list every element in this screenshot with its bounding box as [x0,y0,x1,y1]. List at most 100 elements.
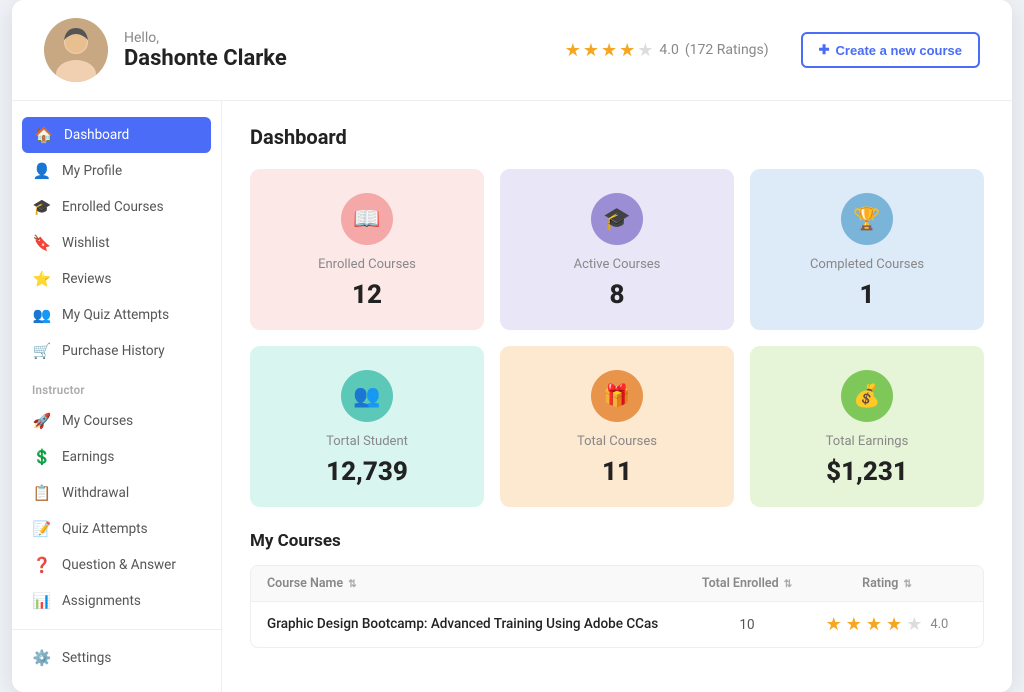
completed-label: Completed Courses [810,257,924,272]
row-star-2: ★ [846,614,862,635]
earnings-icon: 💲 [32,448,52,466]
students-value: 12,739 [326,457,408,487]
star-3: ★ [601,40,617,61]
col-header-enrolled: Total Enrolled ⇅ [687,576,807,591]
stat-courses: 🎁 Total Courses 11 [500,346,734,507]
stats-grid: 📖 Enrolled Courses 12 🎓 Active Courses 8… [250,169,984,507]
quiz-icon: 📝 [32,520,52,538]
sidebar-item-settings[interactable]: ⚙️ Settings [12,640,221,676]
enrolled-label: Enrolled Courses [318,257,416,272]
sidebar-label-dashboard: Dashboard [64,127,129,143]
table-header: Course Name ⇅ Total Enrolled ⇅ Rating ⇅ [251,566,983,602]
active-stat-icon: 🎓 [591,193,643,245]
sidebar-item-my-courses[interactable]: 🚀 My Courses [12,403,221,439]
sidebar-item-assignments[interactable]: 📊 Assignments [12,583,221,619]
main-layout: 🏠 Dashboard 👤 My Profile 🎓 Enrolled Cour… [12,101,1012,692]
withdrawal-icon: 📋 [32,484,52,502]
earnings-label: Total Earnings [826,434,909,449]
sidebar-item-purchase-history[interactable]: 🛒 Purchase History [12,333,221,369]
sidebar-label-wishlist: Wishlist [62,235,110,251]
rating-count: (172 Ratings) [685,42,769,58]
row-star-4: ★ [886,614,902,635]
avatar [44,18,108,82]
assignments-icon: 📊 [32,592,52,610]
reviews-icon: ⭐ [32,270,52,288]
sidebar-item-reviews[interactable]: ⭐ Reviews [12,261,221,297]
stat-earnings: 💰 Total Earnings $1,231 [750,346,984,507]
quiz-attempts-icon: 👥 [32,306,52,324]
sidebar-label-reviews: Reviews [62,271,112,287]
active-label: Active Courses [574,257,661,272]
create-course-label: Create a new course [836,43,962,58]
sidebar-item-dashboard[interactable]: 🏠 Dashboard [22,117,211,153]
stat-students: 👥 Tortal Student 12,739 [250,346,484,507]
star-5: ★ [637,40,653,61]
completed-stat-icon: 🏆 [841,193,893,245]
earnings-value: $1,231 [826,457,908,487]
stat-active: 🎓 Active Courses 8 [500,169,734,330]
sidebar-item-withdrawal[interactable]: 📋 Withdrawal [12,475,221,511]
col-header-name: Course Name ⇅ [267,576,687,591]
sidebar-label-quiz: Quiz Attempts [62,521,148,537]
courses-label: Total Courses [577,434,657,449]
settings-icon: ⚙️ [32,649,52,667]
star-4: ★ [619,40,635,61]
user-rating: ★ ★ ★ ★ ★ 4.0 (172 Ratings) [565,40,769,61]
star-2: ★ [583,40,599,61]
sidebar-item-quiz-attempts[interactable]: 👥 My Quiz Attempts [12,297,221,333]
my-courses-icon: 🚀 [32,412,52,430]
earnings-stat-icon: 💰 [841,370,893,422]
sidebar-item-qa[interactable]: ❓ Question & Answer [12,547,221,583]
stat-enrolled: 📖 Enrolled Courses 12 [250,169,484,330]
sidebar-label-my-courses: My Courses [62,413,133,429]
sidebar-label-earnings: Earnings [62,449,114,465]
active-value: 8 [610,280,625,310]
col-header-rating: Rating ⇅ [807,576,967,591]
dashboard-icon: 🏠 [34,126,54,144]
sidebar-item-enrolled-courses[interactable]: 🎓 Enrolled Courses [12,189,221,225]
sidebar-label-my-profile: My Profile [62,163,122,179]
table-row: Graphic Design Bootcamp: Advanced Traini… [251,602,983,647]
sidebar-item-my-profile[interactable]: 👤 My Profile [12,153,221,189]
sidebar-label-enrolled: Enrolled Courses [62,199,164,215]
purchase-icon: 🛒 [32,342,52,360]
sidebar-label-qa: Question & Answer [62,557,176,573]
students-stat-icon: 👥 [341,370,393,422]
sidebar-label-settings: Settings [62,650,111,666]
completed-value: 1 [860,280,875,310]
students-label: Tortal Student [326,434,408,449]
hello-text: Hello, [124,30,565,46]
user-greeting: Hello, Dashonte Clarke [124,30,565,71]
course-name: Graphic Design Bootcamp: Advanced Traini… [267,615,687,634]
header: Hello, Dashonte Clarke ★ ★ ★ ★ ★ 4.0 (17… [12,0,1012,101]
enrolled-icon: 🎓 [32,198,52,216]
row-star-5: ★ [906,614,922,635]
sidebar-label-withdrawal: Withdrawal [62,485,129,501]
sidebar-label-purchase: Purchase History [62,343,165,359]
row-star-3: ★ [866,614,882,635]
course-enrolled: 10 [687,617,807,633]
sidebar-label-assignments: Assignments [62,593,141,609]
row-star-1: ★ [826,614,842,635]
row-rating-value: 4.0 [930,617,948,632]
courses-stat-icon: 🎁 [591,370,643,422]
main-content: Dashboard 📖 Enrolled Courses 12 🎓 Active… [222,101,1012,692]
star-1: ★ [565,40,581,61]
wishlist-icon: 🔖 [32,234,52,252]
create-icon: ✚ [819,42,830,58]
avatar-image [44,18,108,82]
instructor-section-label: Instructor [12,369,221,403]
my-courses-title: My Courses [250,531,984,551]
sidebar: 🏠 Dashboard 👤 My Profile 🎓 Enrolled Cour… [12,101,222,692]
courses-table: Course Name ⇅ Total Enrolled ⇅ Rating ⇅ … [250,565,984,648]
rating-value: 4.0 [659,42,678,58]
create-course-button[interactable]: ✚ Create a new course [801,32,980,68]
user-name: Dashonte Clarke [124,46,565,71]
qa-icon: ❓ [32,556,52,574]
course-rating: ★ ★ ★ ★ ★ 4.0 [807,614,967,635]
sidebar-item-earnings[interactable]: 💲 Earnings [12,439,221,475]
enrolled-value: 12 [352,280,382,310]
sidebar-item-wishlist[interactable]: 🔖 Wishlist [12,225,221,261]
rating-stars: ★ ★ ★ ★ ★ [565,40,654,61]
sidebar-item-quiz-attempts-instructor[interactable]: 📝 Quiz Attempts [12,511,221,547]
